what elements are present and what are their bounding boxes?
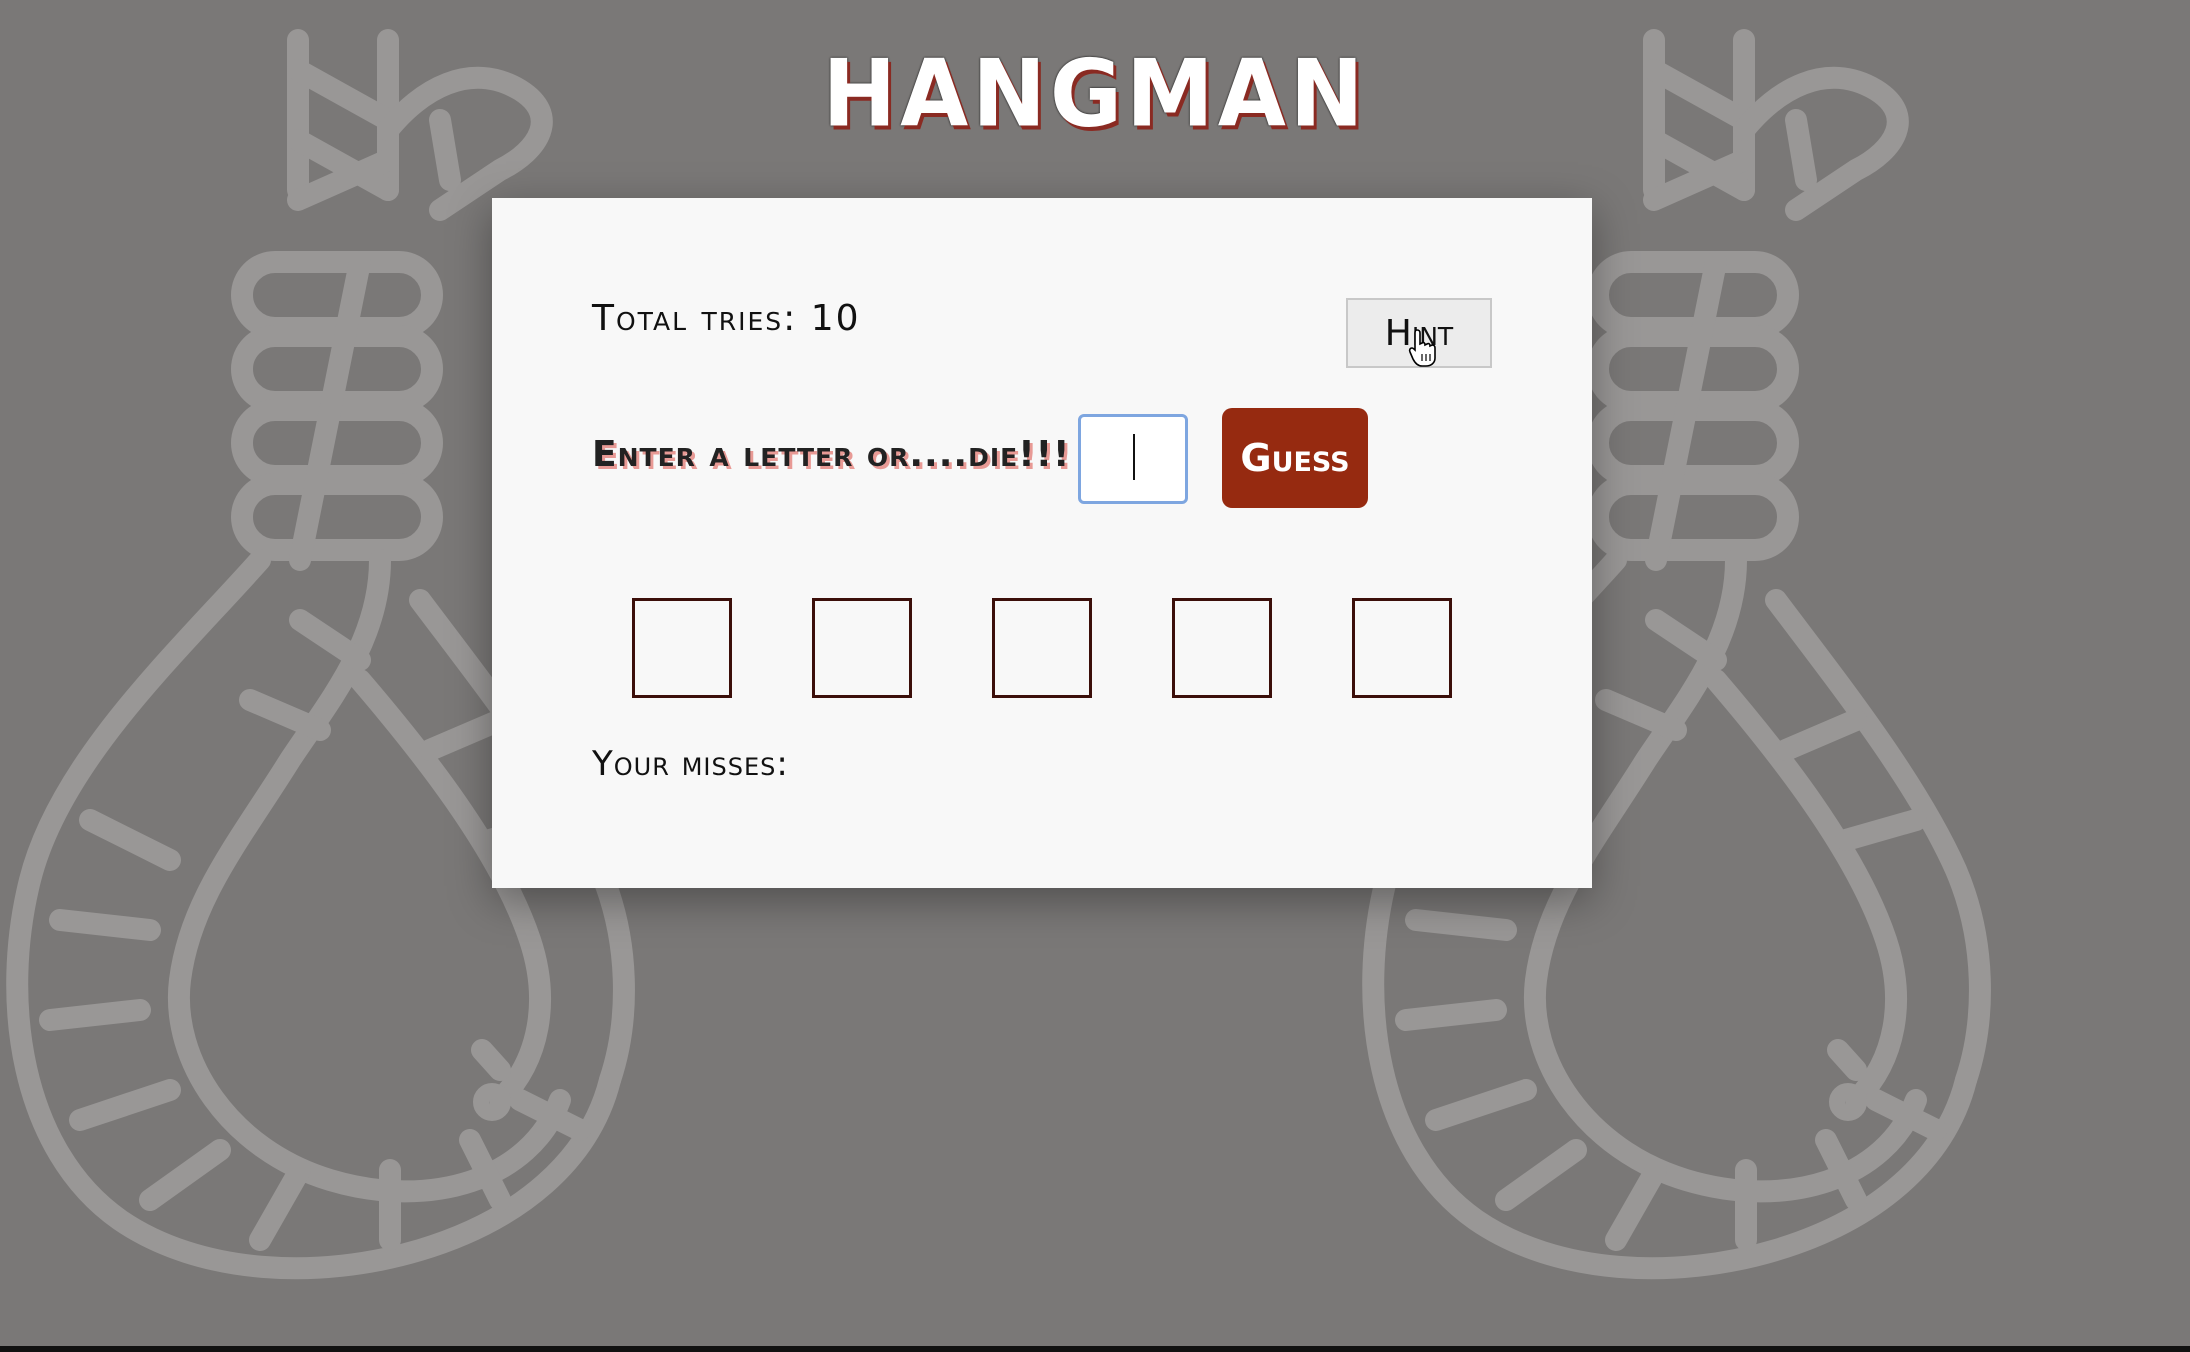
tries-value: 10 — [810, 298, 861, 339]
letter-prompt: Enter a letter or....die!!! — [592, 434, 1071, 475]
text-caret — [1133, 434, 1135, 480]
total-tries: Total tries: 10 — [592, 298, 861, 339]
letter-slot — [812, 598, 912, 698]
letter-slot — [992, 598, 1092, 698]
tries-label: Total tries: — [592, 298, 798, 339]
guess-button[interactable]: Guess — [1222, 408, 1368, 508]
misses-label: Your misses: — [592, 744, 789, 784]
misses: Your misses: — [592, 744, 799, 784]
letter-slot — [1172, 598, 1272, 698]
bottom-bar — [0, 1346, 2190, 1352]
page-title: HANGMAN — [822, 39, 1368, 148]
hand-pointer-icon — [1408, 328, 1438, 368]
letter-slot — [632, 598, 732, 698]
game-card: Total tries: 10 Hint Enter a letter or..… — [492, 198, 1592, 888]
letter-slot — [1352, 598, 1452, 698]
